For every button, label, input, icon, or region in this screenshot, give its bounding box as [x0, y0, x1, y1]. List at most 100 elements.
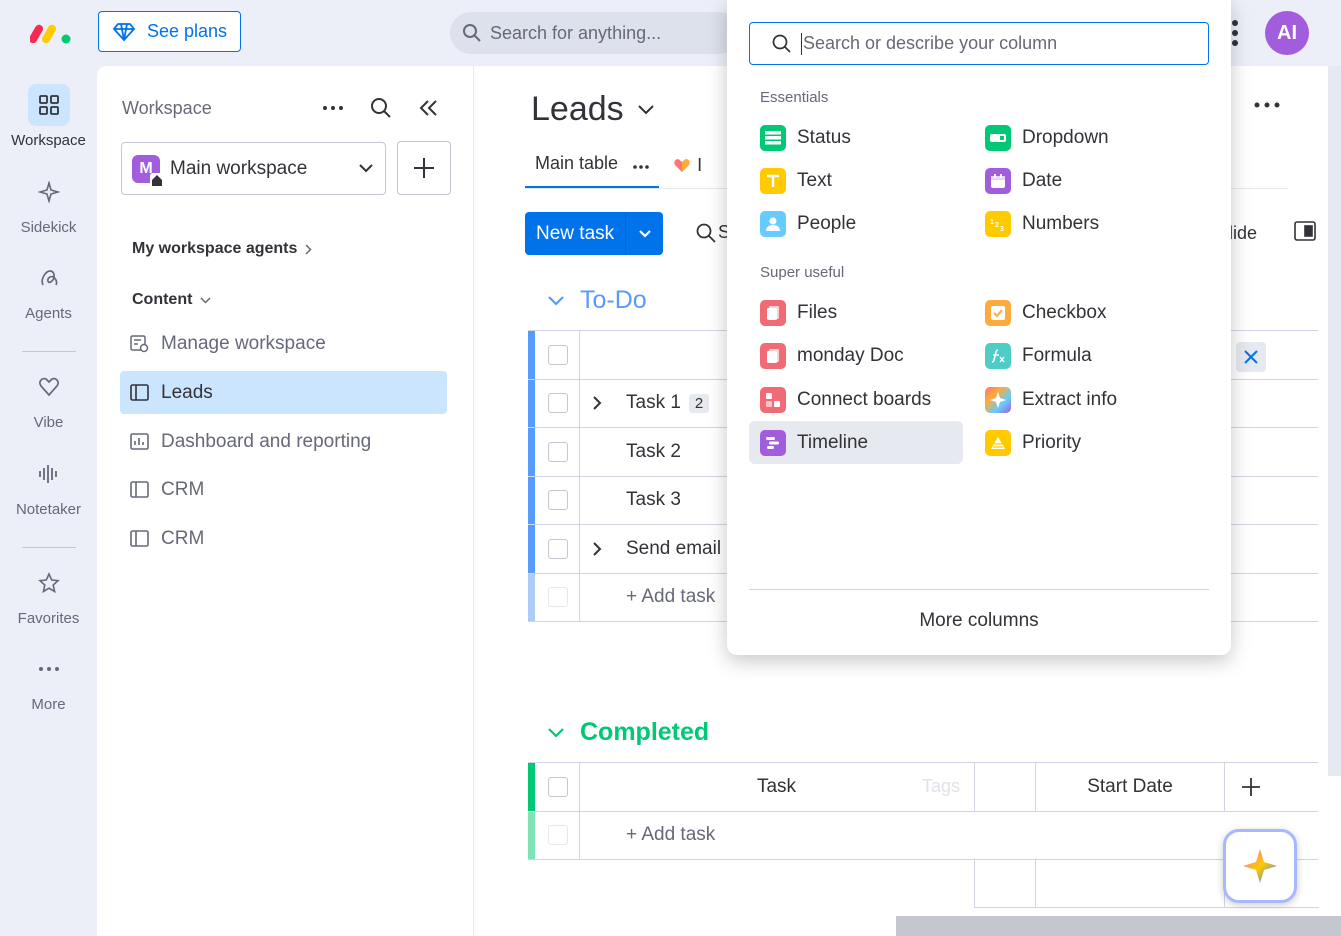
column-option-status[interactable]: Status	[749, 116, 963, 159]
rail-item-notetaker[interactable]: Notetaker	[0, 453, 97, 518]
tab-main-table[interactable]: Main table	[525, 153, 660, 189]
ws-item-crm-1[interactable]: CRM	[120, 468, 447, 511]
see-plans-button[interactable]: See plans	[98, 11, 241, 52]
vertical-scrollbar[interactable]	[1328, 66, 1341, 776]
collapse-panel-button[interactable]	[417, 96, 441, 120]
add-column-icon[interactable]	[1241, 777, 1261, 797]
rail-label-sidekick: Sidekick	[20, 219, 77, 236]
more-columns-button[interactable]: More columns	[727, 610, 1231, 632]
column-option-timeline[interactable]: Timeline	[749, 421, 963, 464]
essentials-label: Essentials	[760, 89, 829, 106]
column-option-label: Priority	[1022, 431, 1082, 453]
search-icon	[371, 98, 391, 118]
ws-item-label: CRM	[161, 478, 205, 500]
rail-item-workspace[interactable]: Workspace	[0, 84, 97, 149]
column-option-dropdown[interactable]: Dropdown	[974, 116, 1188, 159]
column-header-task[interactable]: Task	[579, 776, 974, 798]
add-column-popup: Search or describe your column Essential…	[727, 0, 1231, 655]
ws-item-leads[interactable]: Leads	[120, 371, 447, 414]
rail-item-sidekick[interactable]: Sidekick	[0, 171, 97, 236]
column-option-extract-info[interactable]: Extract info	[974, 378, 1188, 421]
task-name[interactable]: Task 3	[626, 489, 681, 511]
tab-second-label: I	[697, 154, 703, 175]
expand-chevron-icon[interactable]	[592, 395, 602, 411]
task-name[interactable]: Send email	[626, 538, 721, 560]
column-option-label: monday Doc	[797, 344, 904, 366]
monday-logo[interactable]	[30, 20, 74, 46]
row-checkbox[interactable]	[548, 490, 568, 511]
horizontal-scrollbar[interactable]	[896, 916, 1341, 936]
calendar-icon	[985, 167, 1011, 194]
row-checkbox[interactable]	[548, 538, 568, 559]
layout-icon[interactable]	[1294, 221, 1316, 241]
column-header-tags[interactable]: Tags	[922, 776, 960, 797]
rail-item-vibe[interactable]: Vibe	[0, 366, 97, 431]
ws-item-manage-workspace[interactable]: Manage workspace	[120, 322, 447, 365]
add-item-button[interactable]	[397, 141, 451, 195]
heart-icon	[38, 377, 59, 397]
rail-label-agents: Agents	[25, 305, 72, 322]
expand-chevron-icon[interactable]	[592, 541, 602, 557]
column-option-people[interactable]: People	[749, 202, 963, 245]
workspace-more-button[interactable]	[321, 96, 345, 120]
ws-item-crm-2[interactable]: CRM	[120, 517, 447, 560]
ai-sparkle-icon	[1243, 849, 1277, 883]
column-search-input[interactable]: Search or describe your column	[749, 22, 1209, 65]
ai-assistant-button[interactable]	[1223, 829, 1297, 903]
text-icon	[760, 167, 786, 194]
new-task-button[interactable]: New task	[525, 212, 663, 255]
group-todo-header[interactable]: To-Do	[548, 286, 647, 315]
rail-label-more: More	[31, 696, 66, 713]
column-option-label: Timeline	[797, 431, 869, 453]
workspace-selector[interactable]: M Main workspace	[121, 142, 386, 195]
column-option-label: Extract info	[1022, 388, 1118, 410]
sparkle-icon	[37, 181, 60, 203]
column-option-checkbox[interactable]: Checkbox	[974, 291, 1188, 334]
add-task-row[interactable]: + Add task	[528, 811, 1318, 860]
rail-item-agents[interactable]: Agents	[0, 257, 97, 322]
select-all-checkbox[interactable]	[548, 776, 568, 797]
dots-icon[interactable]	[633, 165, 649, 169]
board-more-icon[interactable]	[1254, 102, 1280, 108]
hide-button[interactable]: lide	[1229, 223, 1257, 244]
column-option-files[interactable]: Files	[749, 291, 963, 334]
workspace-search-button[interactable]	[369, 96, 393, 120]
connect-icon	[760, 386, 786, 413]
column-option-connect-boards[interactable]: Connect boards	[749, 378, 963, 421]
close-icon[interactable]	[1236, 342, 1266, 372]
column-option-formula[interactable]: Formula	[974, 334, 1188, 377]
user-avatar[interactable]: AI	[1265, 11, 1309, 55]
row-checkbox[interactable]	[548, 393, 568, 414]
board-search-button[interactable]: S	[696, 222, 730, 243]
add-task-input[interactable]: + Add task	[626, 824, 715, 846]
tab-second[interactable]: I	[673, 155, 702, 188]
column-option-monday-doc[interactable]: monday Doc	[749, 334, 963, 377]
workspace-panel: Workspace M Main workspace My workspace …	[97, 66, 474, 936]
global-search-input[interactable]: Search for anything...	[450, 12, 740, 54]
row-checkbox[interactable]	[548, 441, 568, 462]
task-name[interactable]: Task 1	[626, 392, 681, 414]
left-rail: Workspace Sidekick Agents Vibe Notetaker…	[0, 66, 97, 936]
select-all-checkbox[interactable]	[548, 344, 568, 365]
new-task-dropdown[interactable]	[625, 212, 663, 255]
dots-icon	[323, 106, 343, 110]
column-option-priority[interactable]: Priority	[974, 421, 1188, 464]
task-name[interactable]: Task 2	[626, 441, 681, 463]
column-option-numbers[interactable]: 123 Numbers	[974, 202, 1188, 245]
board-title[interactable]: Leads	[531, 90, 654, 129]
ws-item-label: Manage workspace	[161, 332, 326, 354]
svg-text:2: 2	[995, 222, 999, 229]
column-header-start-date[interactable]: Start Date	[1036, 776, 1224, 798]
workspace-agents-section[interactable]: My workspace agents	[132, 240, 312, 258]
rail-item-favorites[interactable]: Favorites	[0, 562, 97, 627]
column-option-text[interactable]: Text	[749, 159, 963, 202]
add-task-input[interactable]: + Add task	[626, 586, 715, 608]
content-section[interactable]: Content	[132, 291, 211, 309]
column-search-placeholder: Search or describe your column	[803, 33, 1058, 53]
column-option-date[interactable]: Date	[974, 159, 1188, 202]
ws-item-dashboard[interactable]: Dashboard and reporting	[120, 420, 447, 463]
group-completed-header[interactable]: Completed	[548, 718, 709, 747]
grid-icon	[38, 95, 59, 115]
rail-item-more[interactable]: More	[0, 648, 97, 713]
status-icon	[760, 124, 786, 151]
